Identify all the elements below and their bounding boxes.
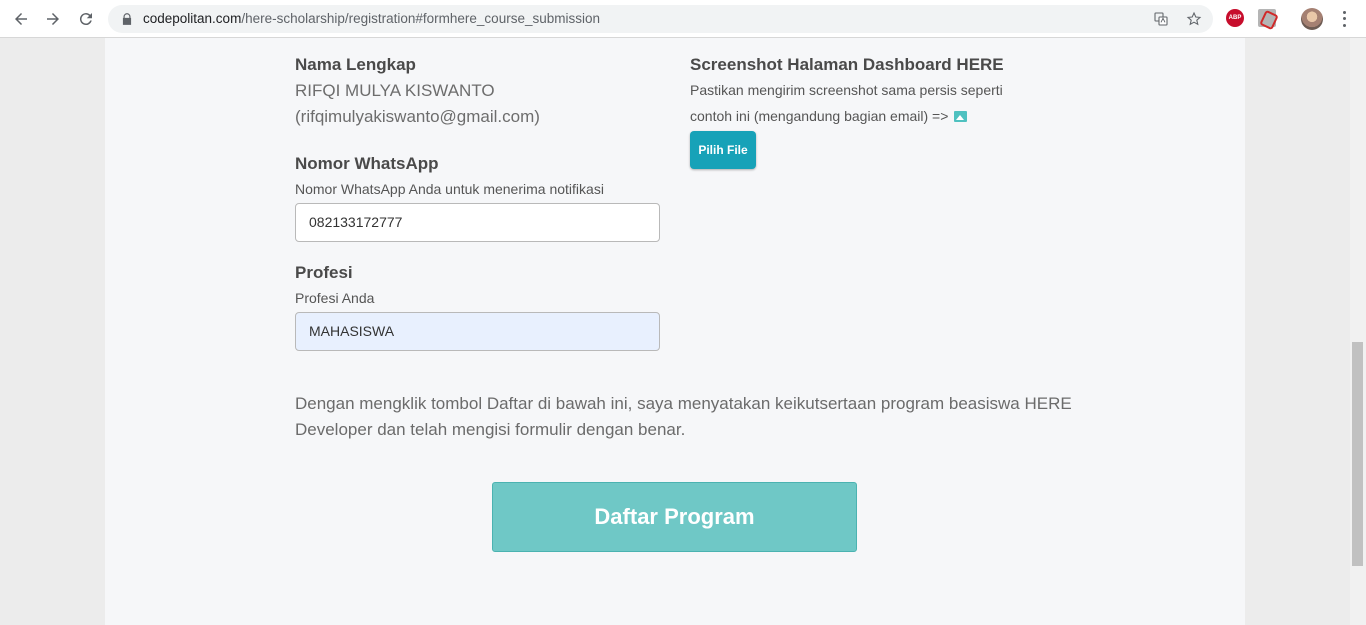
disclaimer-text: Dengan mengklik tombol Daftar di bawah i… (295, 394, 1072, 439)
profile-avatar[interactable] (1301, 8, 1323, 30)
bookmark-star-icon[interactable] (1186, 11, 1202, 27)
image-example-icon[interactable] (954, 111, 968, 122)
url-path: /here-scholarship/registration#formhere_… (241, 11, 600, 26)
name-value: RIFQI MULYA KISWANTO (295, 81, 495, 100)
choose-file-button[interactable]: Pilih File (690, 131, 756, 169)
forward-button[interactable] (42, 8, 64, 30)
lock-icon (122, 13, 132, 25)
back-button[interactable] (10, 8, 32, 30)
name-label: Nama Lengkap (295, 55, 416, 74)
profession-label: Profesi (295, 263, 353, 282)
scrollbar-thumb[interactable] (1352, 342, 1363, 566)
whatsapp-help: Nomor WhatsApp Anda untuk menerima notif… (295, 181, 604, 197)
browser-menu-icon[interactable] (1338, 9, 1350, 29)
arrow-left-icon (15, 13, 27, 25)
pdf-extension-icon[interactable] (1258, 9, 1276, 27)
translate-icon[interactable] (1153, 11, 1169, 27)
screenshot-label: Screenshot Halaman Dashboard HERE (690, 55, 1004, 74)
registration-form-card: Nama Lengkap RIFQI MULYA KISWANTO (rifqi… (105, 38, 1245, 625)
whatsapp-input[interactable]: 082133172777 (295, 203, 660, 242)
profession-help: Profesi Anda (295, 290, 375, 306)
reload-icon (79, 13, 92, 26)
screenshot-help-line1: Pastikan mengirim screenshot sama persis… (690, 82, 1003, 98)
page-scrollbar[interactable] (1350, 38, 1366, 625)
whatsapp-label: Nomor WhatsApp (295, 154, 439, 173)
reload-button[interactable] (75, 8, 97, 30)
submit-button[interactable]: Daftar Program (492, 482, 857, 552)
email-value: (rifqimulyakiswanto@gmail.com) (295, 107, 540, 126)
page-background: Nama Lengkap RIFQI MULYA KISWANTO (rifqi… (0, 38, 1350, 625)
screenshot-help-line2: contoh ini (mengandung bagian email) => (690, 108, 968, 124)
arrow-right-icon (47, 13, 59, 25)
adblock-extension-icon[interactable]: ABP (1226, 9, 1244, 27)
screenshot-help-text: contoh ini (mengandung bagian email) => (690, 108, 949, 124)
browser-toolbar: codepolitan.com/here-scholarship/registr… (0, 0, 1366, 38)
url-text[interactable]: codepolitan.com/here-scholarship/registr… (143, 11, 600, 26)
profession-input[interactable]: MAHASISWA (295, 312, 660, 351)
address-bar[interactable]: codepolitan.com/here-scholarship/registr… (108, 5, 1213, 33)
url-host: codepolitan.com (143, 11, 242, 26)
